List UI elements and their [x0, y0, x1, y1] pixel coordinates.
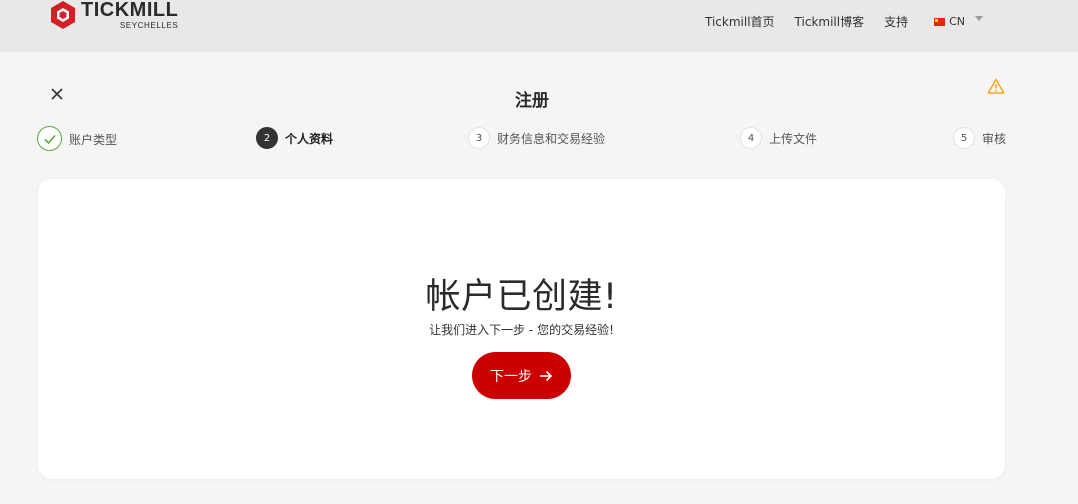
step-label: 账户类型: [69, 132, 118, 147]
arrow-right-icon: [540, 370, 553, 381]
step-label: 审核: [982, 131, 1007, 146]
main-nav: Tickmill首页 Tickmill博客 支持 CN: [705, 13, 984, 30]
check-icon: [43, 134, 56, 144]
nav-home-link[interactable]: Tickmill首页: [705, 13, 775, 30]
step-personal-info[interactable]: 2 个人资料: [256, 127, 333, 149]
success-heading: 帐户已创建!: [425, 277, 618, 317]
step-number: 5: [953, 127, 975, 149]
brand-name: TICKMILL: [81, 0, 179, 21]
step-account-type[interactable]: 账户类型: [37, 126, 118, 151]
language-selector[interactable]: CN: [934, 15, 984, 28]
logo-mark-icon: [51, 1, 75, 29]
chevron-down-icon: [975, 16, 984, 21]
page-title: 注册: [515, 91, 549, 111]
success-subtext: 让我们进入下一步 - 您的交易经验!: [429, 323, 614, 337]
warning-icon[interactable]: [987, 78, 1005, 94]
step-number: 2: [256, 127, 278, 149]
tickmill-logo[interactable]: TICKMILL SEYCHELLES: [50, 0, 178, 32]
nav-support-link[interactable]: 支持: [884, 13, 908, 30]
account-created-card: 帐户已创建! 让我们进入下一步 - 您的交易经验! 下一步: [38, 179, 1005, 479]
nav-blog-link[interactable]: Tickmill博客: [795, 13, 865, 30]
step-financial-info[interactable]: 3 财务信息和交易经验: [468, 127, 605, 149]
step-number: 3: [468, 127, 490, 149]
step-label: 上传文件: [769, 131, 818, 146]
step-upload-documents[interactable]: 4 上传文件: [740, 127, 817, 149]
china-flag-icon: [934, 17, 946, 26]
step-complete-indicator: [37, 126, 62, 151]
step-number: 4: [740, 127, 762, 149]
step-label: 个人资料: [285, 131, 334, 146]
next-button-label: 下一步: [490, 368, 532, 385]
brand-region: SEYCHELLES: [119, 21, 179, 30]
top-navigation-bar: TICKMILL SEYCHELLES Tickmill首页 Tickmill博…: [0, 0, 1078, 52]
next-step-button[interactable]: 下一步: [472, 352, 571, 399]
language-label: CN: [949, 15, 966, 28]
step-review[interactable]: 5 审核: [953, 127, 1006, 149]
step-label: 财务信息和交易经验: [497, 131, 606, 146]
